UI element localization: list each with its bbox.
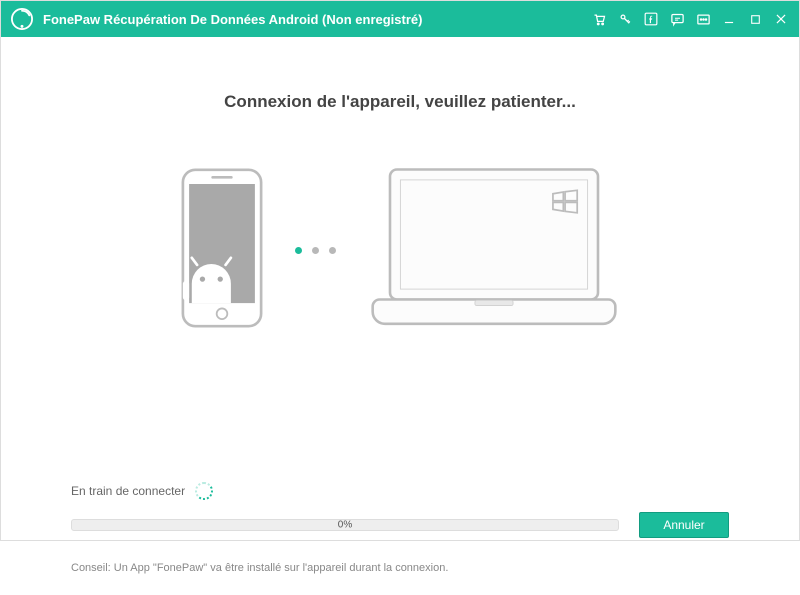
facebook-icon[interactable] bbox=[643, 11, 659, 27]
main-content: Connexion de l'appareil, veuillez patien… bbox=[1, 92, 799, 595]
status-row: En train de connecter bbox=[71, 482, 729, 500]
android-phone-icon bbox=[177, 168, 267, 333]
cart-icon[interactable] bbox=[591, 11, 607, 27]
progress-row: 0% Annuler bbox=[71, 512, 729, 538]
key-icon[interactable] bbox=[617, 11, 633, 27]
minimize-icon[interactable] bbox=[721, 11, 737, 27]
tip-text: Conseil: Un App "FonePaw" va être instal… bbox=[71, 562, 448, 574]
close-icon[interactable] bbox=[773, 11, 789, 27]
titlebar: FonePaw Récupération De Données Android … bbox=[1, 1, 799, 37]
progress-text: 0% bbox=[338, 520, 352, 531]
window-title: FonePaw Récupération De Données Android … bbox=[43, 12, 591, 27]
spinner-icon bbox=[195, 482, 213, 500]
dot-3 bbox=[329, 247, 336, 254]
page-heading: Connexion de l'appareil, veuillez patien… bbox=[71, 92, 729, 112]
progress-bar: 0% bbox=[71, 519, 619, 531]
maximize-icon[interactable] bbox=[747, 11, 763, 27]
connection-dots bbox=[295, 247, 336, 254]
status-label: En train de connecter bbox=[71, 484, 185, 498]
cancel-button[interactable]: Annuler bbox=[639, 512, 729, 538]
device-illustration bbox=[71, 160, 729, 340]
feedback-icon[interactable] bbox=[669, 11, 685, 27]
dot-2 bbox=[312, 247, 319, 254]
app-logo-icon bbox=[11, 8, 33, 30]
titlebar-actions bbox=[591, 11, 789, 27]
laptop-icon bbox=[364, 160, 624, 340]
menu-icon[interactable] bbox=[695, 11, 711, 27]
dot-1 bbox=[295, 247, 302, 254]
